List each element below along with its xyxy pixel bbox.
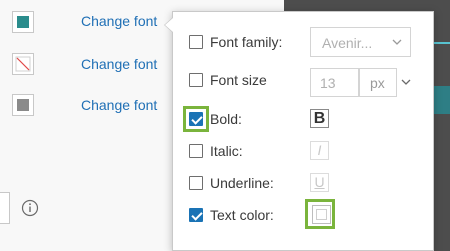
underline-label: Underline: (210, 175, 274, 191)
font-size-checkbox[interactable] (189, 73, 203, 87)
underline-toggle-button[interactable]: U (310, 173, 329, 192)
font-family-select[interactable]: Avenir... (310, 27, 411, 57)
preview-block (432, 86, 450, 114)
font-size-label: Font size (210, 72, 267, 88)
change-font-link-2[interactable]: Change font (81, 56, 157, 72)
italic-row: Italic: (189, 140, 419, 162)
bold-row: Bold: (189, 108, 419, 130)
font-size-value: 13 (320, 75, 336, 91)
preview-accent-bar (432, 42, 450, 44)
text-color-checkbox[interactable] (189, 208, 203, 222)
underline-row: Underline: (189, 172, 419, 194)
gray-fill-icon[interactable] (12, 94, 34, 116)
chevron-down-icon (392, 39, 402, 45)
text-color-label: Text color: (210, 207, 274, 223)
no-color-icon[interactable] (12, 53, 34, 75)
collapsed-control[interactable] (0, 192, 10, 224)
italic-toggle-button[interactable]: I (310, 141, 329, 160)
info-icon[interactable] (21, 199, 39, 217)
text-color-picker-button[interactable] (312, 205, 331, 224)
font-family-label: Font family: (210, 34, 283, 50)
chevron-down-icon[interactable] (401, 78, 411, 86)
italic-label: Italic: (210, 143, 243, 159)
font-size-unit: px (370, 75, 385, 91)
font-family-value: Avenir... (322, 35, 373, 51)
font-size-unit-select[interactable]: px (359, 68, 397, 97)
italic-checkbox[interactable] (189, 144, 203, 158)
font-size-input[interactable]: 13 (310, 68, 359, 97)
teal-fill-icon[interactable] (12, 11, 34, 33)
bold-label: Bold: (210, 111, 242, 127)
change-font-link-1[interactable]: Change font (81, 13, 157, 29)
bold-toggle-button[interactable]: B (310, 109, 329, 128)
text-color-row: Text color: (189, 204, 419, 226)
change-font-link-3[interactable]: Change font (81, 97, 157, 113)
font-family-checkbox[interactable] (189, 35, 203, 49)
underline-checkbox[interactable] (189, 176, 203, 190)
font-options-popover: Font family: Avenir... Font size 13 px B… (164, 11, 434, 251)
bold-checkbox[interactable] (189, 112, 203, 126)
